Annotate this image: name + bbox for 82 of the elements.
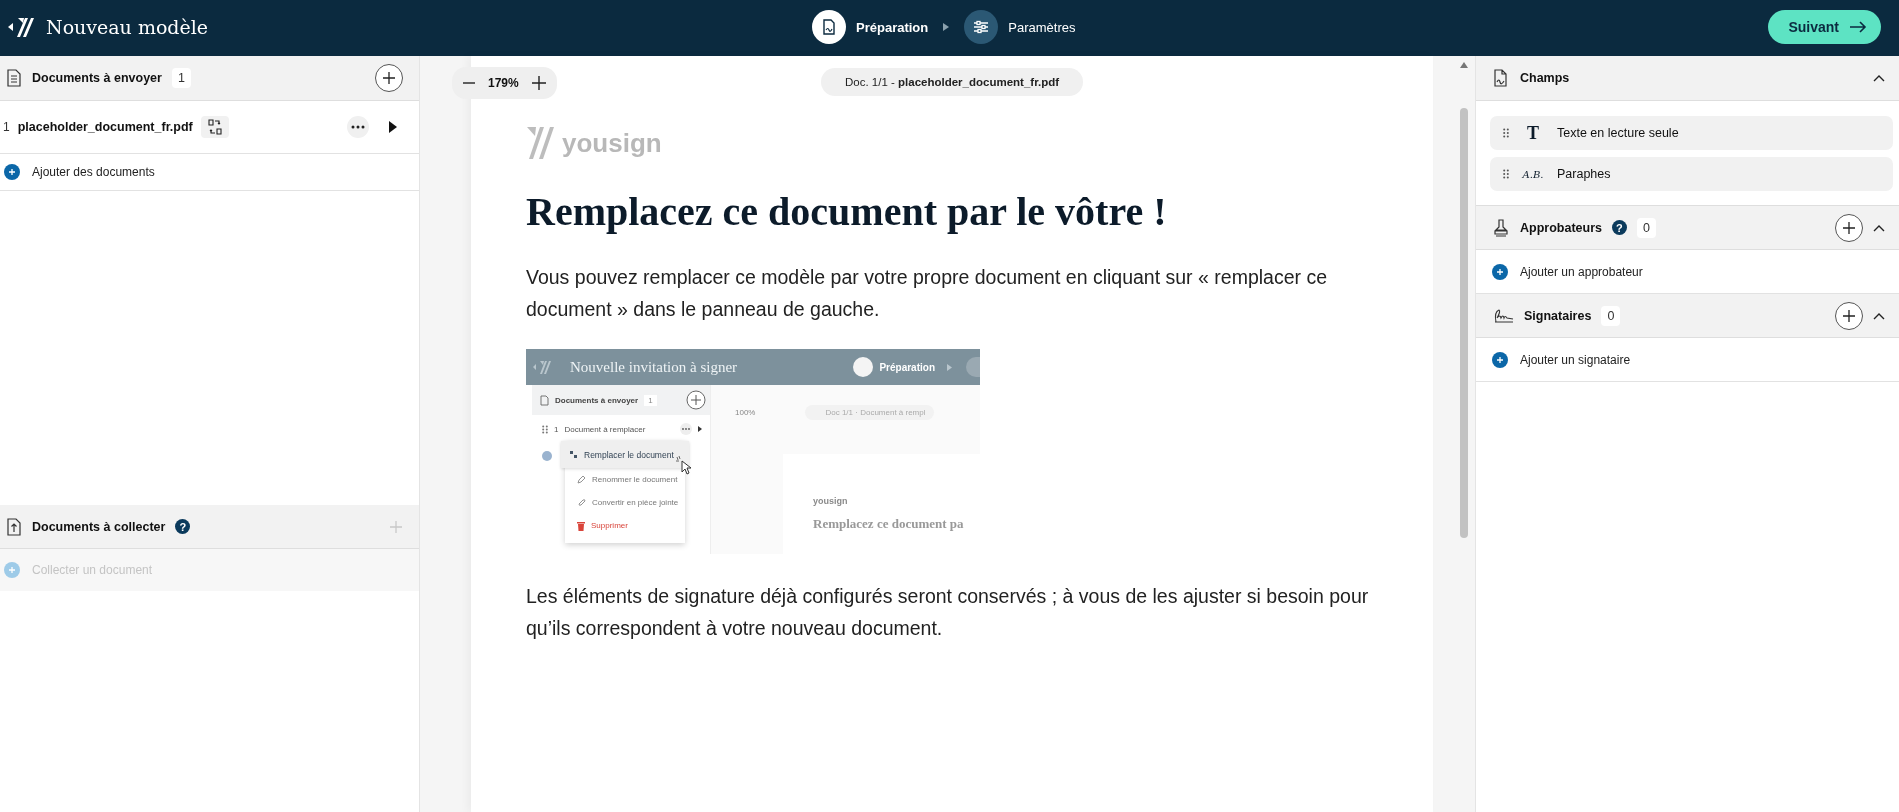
count-badge: 1 (644, 394, 657, 406)
paragraph: Vous pouvez remplacer ce modèle par votre propre document en cliquant sur « remplacer ce document » dans le panneau de gauche. (526, 265, 1328, 322)
drag-handle-icon (542, 424, 548, 434)
paperclip-icon (577, 498, 586, 507)
document-label: Doc. 1/1 - placeholder_document_fr.pdf (820, 68, 1084, 96)
screenshot-step: Préparation (879, 361, 935, 373)
trash-icon (577, 520, 585, 531)
more-button[interactable] (347, 116, 369, 138)
field-item[interactable]: T Texte en lecture seule (1490, 116, 1893, 150)
initials-icon: A.B. (1521, 168, 1545, 180)
expand-arrow-icon[interactable] (389, 121, 397, 133)
add-person-link[interactable]: Ajouter un approbateur (1520, 264, 1643, 279)
document-number: 1 (3, 120, 10, 134)
zoom-in-icon[interactable] (530, 75, 547, 91)
section-title: Documents à envoyer (32, 71, 162, 85)
add-circle-icon (686, 390, 706, 410)
step-tab[interactable]: Paramètres (964, 10, 1076, 44)
document-icon (540, 394, 549, 406)
more-icon (351, 125, 365, 129)
section-title: Approbateurs (1520, 220, 1602, 235)
document-name[interactable]: placeholder_document_fr.pdf (17, 120, 193, 134)
logo-icon (526, 126, 556, 160)
step-separator-icon (947, 363, 952, 371)
document-heading: Remplacez ce document par le vôtre ! (526, 188, 1168, 235)
arrow-right-icon (1849, 20, 1867, 34)
count-badge: 1 (171, 68, 191, 88)
swap-icon (206, 119, 223, 135)
add-circle-icon (1492, 263, 1508, 280)
pencil-icon (577, 475, 586, 484)
add-circle-icon (542, 451, 552, 461)
chevron-icon[interactable] (1873, 74, 1885, 82)
signature-icon (1492, 307, 1514, 324)
screenshot-heading: Remplacez ce document pa (813, 516, 965, 532)
add-button[interactable] (1835, 301, 1863, 330)
screenshot-logo: yousign (813, 496, 849, 506)
replace-document-button[interactable] (200, 116, 229, 138)
paragraph: Les éléments de signature déjà configurés seront conservés ; à vous de les ajuster si besoin pour qu’ils correspondent à votre nouveau document. (526, 584, 1370, 641)
add-button[interactable] (1835, 213, 1863, 242)
screenshot-document-name: Document à remplacer (564, 424, 646, 434)
help-icon[interactable]: ? (1611, 220, 1627, 235)
add-person-link[interactable]: Ajouter un signataire (1520, 352, 1631, 367)
logo-text: yousign (562, 127, 662, 159)
screenshot-document-label: Doc 1/1 · Document à rempl (805, 405, 934, 420)
plus-icon (382, 71, 396, 85)
document-icon (6, 69, 22, 87)
drag-handle-icon (1503, 128, 1509, 138)
plus-icon (1842, 308, 1856, 323)
field-item[interactable]: A.B. Paraphes (1490, 157, 1893, 191)
drag-handle-icon (1503, 169, 1509, 179)
section-title: Champs (1520, 71, 1570, 85)
add-circle-icon (1492, 351, 1508, 368)
section-title: Documents à collecter (32, 519, 166, 534)
add-button[interactable] (375, 64, 403, 92)
zoom-level: 179% (488, 76, 519, 90)
document-icon (820, 18, 838, 36)
replace-icon (569, 450, 578, 459)
next-button[interactable]: Suivant (1768, 10, 1881, 44)
screenshot-section-title: Documents à envoyer (555, 395, 639, 405)
chevron-icon[interactable] (1873, 311, 1885, 320)
screenshot-zoom-level: 100% (735, 408, 756, 417)
document-signature-icon (1492, 69, 1510, 87)
count-badge: 0 (1636, 217, 1656, 238)
sliders-icon (972, 18, 991, 36)
plus-icon (1842, 220, 1856, 235)
step-tab[interactable]: Préparation (812, 10, 929, 44)
step-circle (853, 357, 874, 377)
screenshot-document-number: 1 (554, 424, 559, 434)
stamp-icon (1492, 217, 1510, 238)
window-title: Nouveau modèle (46, 16, 209, 38)
add-documents-link[interactable]: Ajouter des documents (32, 165, 155, 179)
add-circle-icon (4, 562, 20, 578)
step-separator-icon (942, 22, 951, 32)
add-circle-icon (4, 164, 20, 180)
count-badge: 0 (1601, 305, 1621, 326)
more-icon (680, 423, 692, 435)
text-icon: T (1521, 122, 1545, 144)
expand-arrow-icon (698, 426, 702, 432)
upload-document-icon (6, 517, 22, 536)
section-title: Signataires (1524, 308, 1592, 323)
screenshot-title: Nouvelle invitation à signer (570, 358, 738, 376)
scroll-up-icon[interactable] (1460, 62, 1468, 68)
chevron-icon[interactable] (1873, 223, 1885, 232)
